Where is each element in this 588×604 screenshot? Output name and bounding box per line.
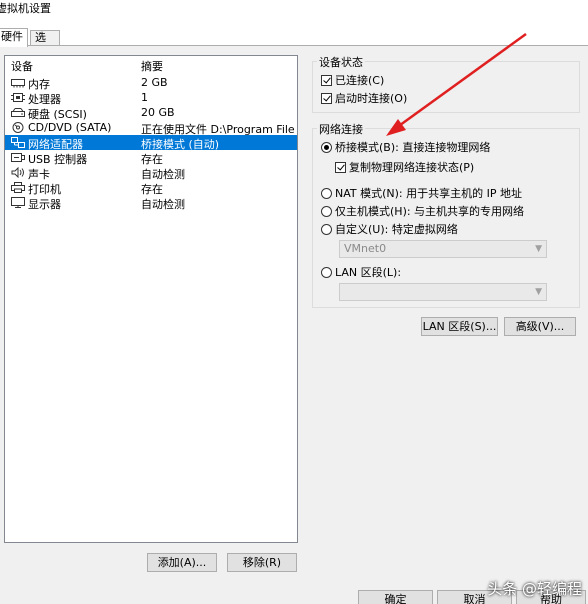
custom-radio[interactable]: 自定义(U): 特定虚拟网络 (321, 221, 458, 236)
device-status-group: 设备状态 已连接(C) 启动时连接(O) (312, 54, 580, 113)
checkbox-checked-icon[interactable] (335, 162, 346, 173)
display-icon (11, 197, 25, 208)
network-connection-group: 网络连接 桥接模式(B): 直接连接物理网络 复制物理网络连接状态(P) NAT… (312, 121, 580, 308)
device-name: CD/DVD (SATA) (28, 121, 112, 134)
lan-segment-radio[interactable]: LAN 区段(L): (321, 264, 402, 279)
cd-dvd-icon (11, 122, 25, 133)
bridged-radio[interactable]: 桥接模式(B): 直接连接物理网络 (321, 139, 491, 154)
radio-unselected-icon[interactable] (321, 224, 332, 235)
lan-segments-button[interactable]: LAN 区段(S)... (421, 317, 498, 336)
network-adapter-icon (11, 137, 25, 148)
watermark: 头条 @轻编程 (487, 580, 582, 598)
device-row-display[interactable]: 显示器 自动检测 (5, 195, 297, 211)
radio-selected-icon[interactable] (321, 142, 332, 153)
host-only-radio[interactable]: 仅主机模式(H): 与主机共享的专用网络 (321, 203, 525, 218)
cpu-icon (11, 92, 25, 103)
device-row-usb-controller[interactable]: USB 控制器 存在 (5, 150, 297, 166)
custom-network-value: VMnet0 (344, 242, 387, 255)
bridged-label: 桥接模式(B): 直接连接物理网络 (335, 141, 491, 154)
device-row-sound-card[interactable]: 声卡 自动检测 (5, 165, 297, 181)
device-status-title: 设备状态 (317, 54, 365, 70)
device-list[interactable]: 设备 摘要 内存 2 GB 处理器 1 硬盘 (SCSI) 20 GB CD/D… (4, 55, 298, 543)
replicate-state-checkbox[interactable]: 复制物理网络连接状态(P) (335, 159, 475, 174)
device-summary: 1 (141, 91, 148, 104)
window-title: 虚拟机设置 (0, 2, 51, 15)
connect-at-power-on-label: 启动时连接(O) (335, 92, 408, 105)
tab-hardware[interactable]: 硬件 (0, 28, 28, 47)
remove-button[interactable]: 移除(R) (227, 553, 297, 572)
custom-label: 自定义(U): 特定虚拟网络 (335, 223, 458, 236)
device-row-processor[interactable]: 处理器 1 (5, 90, 297, 106)
radio-unselected-icon[interactable] (321, 267, 332, 278)
chevron-down-icon: ▼ (535, 244, 542, 254)
title-bar: 虚拟机设置 (0, 0, 588, 16)
connected-checkbox[interactable]: 已连接(C) (321, 72, 385, 87)
checkbox-checked-icon[interactable] (321, 75, 332, 86)
checkbox-checked-icon[interactable] (321, 93, 332, 104)
tab-options[interactable]: 选项 (30, 30, 60, 58)
connected-label: 已连接(C) (335, 74, 385, 87)
device-row-memory[interactable]: 内存 2 GB (5, 75, 297, 91)
column-header-summary[interactable]: 摘要 (141, 58, 163, 74)
harddisk-icon (11, 107, 25, 118)
ok-button[interactable]: 确定 (358, 590, 433, 604)
sound-card-icon (11, 167, 25, 178)
network-connection-title: 网络连接 (317, 121, 365, 137)
printer-icon (11, 182, 25, 193)
nat-label: NAT 模式(N): 用于共享主机的 IP 地址 (335, 187, 522, 200)
device-list-header: 设备 摘要 (5, 58, 297, 74)
advanced-button[interactable]: 高级(V)... (504, 317, 576, 336)
lan-segment-select[interactable]: ▼ (339, 283, 547, 301)
radio-unselected-icon[interactable] (321, 188, 332, 199)
column-header-device[interactable]: 设备 (11, 58, 33, 74)
replicate-state-label: 复制物理网络连接状态(P) (349, 161, 475, 174)
connect-at-power-on-checkbox[interactable]: 启动时连接(O) (321, 90, 408, 105)
lan-segment-label: LAN 区段(L): (335, 266, 402, 279)
nat-radio[interactable]: NAT 模式(N): 用于共享主机的 IP 地址 (321, 185, 522, 200)
custom-network-select[interactable]: VMnet0 ▼ (339, 240, 547, 258)
device-row-hard-disk[interactable]: 硬盘 (SCSI) 20 GB (5, 105, 297, 121)
memory-icon (11, 77, 25, 88)
radio-unselected-icon[interactable] (321, 206, 332, 217)
device-summary: 20 GB (141, 106, 175, 119)
device-row-printer[interactable]: 打印机 存在 (5, 180, 297, 196)
add-button[interactable]: 添加(A)... (147, 553, 217, 572)
device-summary: 自动检测 (141, 198, 185, 211)
device-row-cd-dvd[interactable]: CD/DVD (SATA) 正在使用文件 D:\Program Files ..… (5, 120, 297, 136)
usb-icon (11, 152, 25, 163)
device-name: 显示器 (28, 198, 61, 211)
host-only-label: 仅主机模式(H): 与主机共享的专用网络 (335, 205, 525, 218)
device-row-network-adapter[interactable]: 网络适配器 桥接模式 (自动) (5, 135, 297, 151)
device-summary: 2 GB (141, 76, 168, 89)
chevron-down-icon: ▼ (535, 287, 542, 297)
tab-bar: 硬件 选项 (0, 28, 588, 58)
